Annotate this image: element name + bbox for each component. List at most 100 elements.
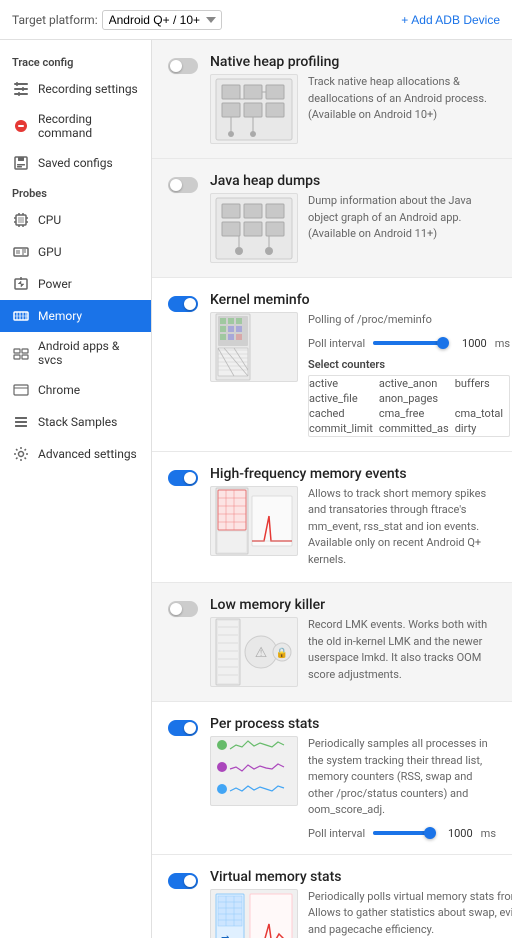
svg-text:⇄: ⇄ [221,934,229,938]
java-heap-content: Java heap dumps [210,173,496,263]
sidebar-item-android-apps[interactable]: Android apps & svcs [0,332,151,374]
low-memory-toggle[interactable] [168,601,198,617]
per-process-desc: Periodically samples all processes in th… [308,736,496,819]
table-row: cached cma_free cma_total [309,406,509,421]
recording-command-icon [12,117,30,135]
native-heap-section: Native heap profiling [152,40,512,159]
counter-cell: active_file [309,391,379,406]
android-apps-icon [12,344,30,362]
high-freq-content: High-frequency memory events [210,466,496,569]
native-heap-image [210,74,298,144]
sidebar-item-chrome[interactable]: Chrome [0,374,151,406]
counter-cell: anon_pages [379,391,455,406]
table-row: active active_anon buffers [309,376,509,391]
virtual-memory-desc: Periodically polls virtual memory stats … [308,889,512,938]
add-adb-button[interactable]: + Add ADB Device [401,13,500,27]
high-freq-desc: Allows to track short memory spikes and … [308,486,496,569]
counter-cell: buffers [455,376,509,391]
virtual-memory-image: ⇄ → [210,889,298,938]
high-freq-body: Allows to track short memory spikes and … [210,486,496,569]
counter-cell: active [309,376,379,391]
power-icon [12,275,30,293]
native-heap-desc: Track native heap allocations & dealloca… [308,74,496,124]
per-process-thumb [184,722,196,734]
per-process-toggle[interactable] [168,720,198,736]
high-freq-toggle-area [168,466,198,486]
high-freq-thumb [184,472,196,484]
counter-cell: cached [309,406,379,421]
java-heap-image [210,193,298,263]
memory-icon [12,307,30,325]
platform-select[interactable]: Android Q+ / 10+ [102,10,222,30]
main-layout: Trace config Recording settings [0,40,512,938]
kernel-meminfo-track[interactable] [168,296,198,312]
kernel-meminfo-counters-wrapper[interactable]: active active_anon buffers active_file a… [308,375,510,437]
kernel-meminfo-header: Kernel meminfo [210,292,496,308]
sidebar-item-recording-command[interactable]: Recording command [0,105,151,147]
sidebar-item-saved-configs[interactable]: Saved configs [0,147,151,179]
trace-config-section-label: Trace config [0,48,151,73]
kernel-meminfo-poll-value: 1000 [455,337,487,350]
low-memory-title: Low memory killer [210,597,325,613]
native-heap-header: Native heap profiling [210,54,496,70]
top-bar: Target platform: Android Q+ / 10+ + Add … [0,0,512,40]
recording-settings-label: Recording settings [38,82,138,96]
kernel-meminfo-content: Kernel meminfo [210,292,496,437]
java-heap-body: Dump information about the Java object g… [210,193,496,263]
native-heap-track[interactable] [168,58,198,74]
native-heap-title: Native heap profiling [210,54,339,70]
chrome-icon [12,381,30,399]
per-process-track[interactable] [168,720,198,736]
sidebar-item-memory[interactable]: Memory [0,300,151,332]
high-freq-track[interactable] [168,470,198,486]
kernel-meminfo-poll-label: Poll interval [308,337,365,350]
per-process-body: Periodically samples all processes in th… [210,736,496,840]
low-memory-body: ⚠ 🔒 Record LMK events. Works both with t… [210,617,496,687]
native-heap-content: Native heap profiling [210,54,496,144]
chrome-label: Chrome [38,383,80,397]
low-memory-desc: Record LMK events. Works both with the o… [308,617,496,683]
low-memory-track[interactable] [168,601,198,617]
low-memory-header: Low memory killer [210,597,496,613]
svg-text:→: → [231,935,239,938]
native-heap-body: Track native heap allocations & dealloca… [210,74,496,144]
kernel-meminfo-slider[interactable] [373,341,447,345]
counter-cell: committed_as [379,421,455,436]
low-memory-image: ⚠ 🔒 [210,617,298,687]
virtual-memory-toggle[interactable] [168,873,198,889]
add-adb-icon: + [401,13,408,27]
java-heap-toggle[interactable] [168,177,198,193]
kernel-meminfo-body: Polling of /proc/meminfo Poll interval 1… [210,312,496,437]
counter-cell: active_anon [379,376,455,391]
gpu-icon [12,243,30,261]
java-heap-track[interactable] [168,177,198,193]
recording-command-label: Recording command [38,112,139,140]
kernel-meminfo-toggle[interactable] [168,296,198,312]
main-content: Native heap profiling [152,40,512,938]
high-freq-toggle[interactable] [168,470,198,486]
per-process-poll-label: Poll interval [308,827,365,840]
table-row: commit_limit committed_as dirty [309,421,509,436]
sidebar-item-cpu[interactable]: CPU [0,204,151,236]
kernel-meminfo-title: Kernel meminfo [210,292,310,308]
sidebar-item-stack-samples[interactable]: Stack Samples [0,406,151,438]
java-heap-toggle-area [168,173,198,193]
stack-samples-label: Stack Samples [38,415,117,429]
counter-cell: cma_total [455,406,509,421]
sidebar-item-advanced-settings[interactable]: Advanced settings [0,438,151,470]
per-process-toggle-area [168,716,198,736]
virtual-memory-track[interactable] [168,873,198,889]
native-heap-toggle[interactable] [168,58,198,74]
saved-configs-label: Saved configs [38,156,113,170]
sidebar-item-recording-settings[interactable]: Recording settings [0,73,151,105]
android-apps-label: Android apps & svcs [38,339,139,367]
per-process-section: Per process stats [152,702,512,855]
kernel-meminfo-counters-label: Select counters [308,358,510,371]
per-process-slider[interactable] [373,831,433,835]
counter-cell [455,391,509,406]
sidebar-item-gpu[interactable]: GPU [0,236,151,268]
per-process-poll-unit: ms [481,827,496,840]
gpu-label: GPU [38,245,62,259]
cpu-icon [12,211,30,229]
sidebar-item-power[interactable]: Power [0,268,151,300]
